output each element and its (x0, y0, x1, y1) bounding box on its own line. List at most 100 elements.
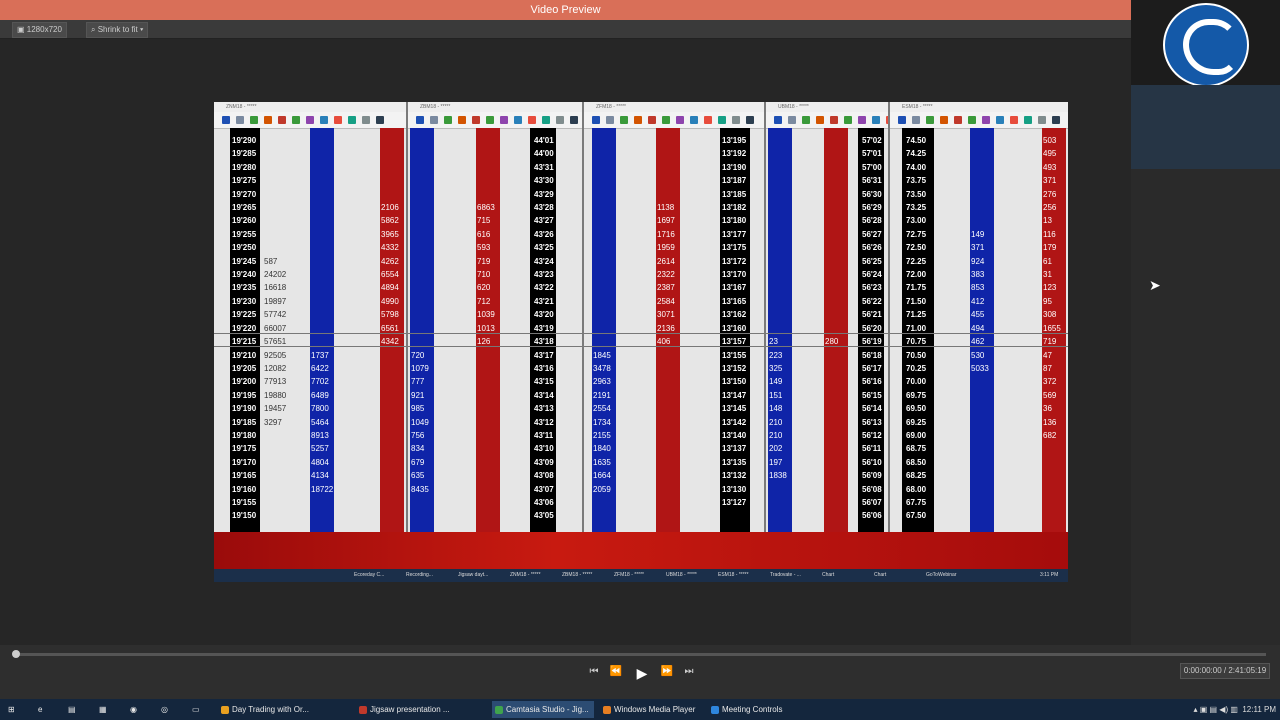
ask-size-cell[interactable]: 3071 (657, 308, 675, 321)
bid-size-cell[interactable] (411, 322, 429, 335)
ask-size-cell[interactable]: 280 (825, 335, 838, 348)
ask-size-cell[interactable]: 308 (1043, 308, 1061, 321)
ask-size-cell[interactable] (657, 469, 675, 482)
ask-size-cell[interactable] (1043, 469, 1061, 482)
toolbar-button-icon[interactable] (968, 116, 976, 124)
price-cell[interactable]: 71.50 (906, 295, 926, 308)
bid-size-cell[interactable] (971, 496, 989, 509)
ask-size-cell[interactable] (477, 469, 495, 482)
ask-size-cell[interactable] (825, 322, 838, 335)
bid-size-cell[interactable] (593, 174, 611, 187)
price-cell[interactable]: 43'17 (534, 349, 554, 362)
ask-size-cell[interactable] (825, 375, 838, 388)
bid-size-cell[interactable]: 8913 (311, 429, 333, 442)
price-cell[interactable]: 19'190 (232, 402, 256, 415)
skip-back-icon[interactable]: ⏮ (586, 664, 602, 680)
price-cell[interactable]: 56'08 (862, 483, 882, 496)
ask-size-cell[interactable] (477, 456, 495, 469)
price-cell[interactable]: 56'11 (862, 442, 882, 455)
price-cell[interactable]: 56'14 (862, 402, 882, 415)
bid-size-cell[interactable] (411, 147, 429, 160)
ask-size-cell[interactable]: 47 (1043, 349, 1061, 362)
ask-size-cell[interactable] (657, 456, 675, 469)
toolbar-button-icon[interactable] (250, 116, 258, 124)
bid-size-cell[interactable] (311, 281, 333, 294)
folder-icon[interactable]: ▭ (188, 701, 204, 718)
toolbar-button-icon[interactable] (592, 116, 600, 124)
price-cell[interactable]: 73.50 (906, 188, 926, 201)
toolbar-button-icon[interactable] (362, 116, 370, 124)
ask-size-cell[interactable] (477, 416, 495, 429)
price-cell[interactable]: 13'167 (722, 281, 746, 294)
toolbar-button-icon[interactable] (348, 116, 356, 124)
toolbar-button-icon[interactable] (954, 116, 962, 124)
toolbar-button-icon[interactable] (676, 116, 684, 124)
taskbar-item[interactable]: Windows Media Player (600, 701, 702, 718)
price-cell[interactable]: 43'12 (534, 416, 554, 429)
bid-size-cell[interactable] (971, 161, 989, 174)
price-cell[interactable]: 56'26 (862, 241, 882, 254)
bid-size-cell[interactable] (411, 214, 429, 227)
ask-size-cell[interactable] (825, 416, 838, 429)
price-cell[interactable]: 43'29 (534, 188, 554, 201)
ask-size-cell[interactable] (825, 228, 838, 241)
ask-size-cell[interactable]: 616 (477, 228, 495, 241)
price-cell[interactable]: 43'13 (534, 402, 554, 415)
price-cell[interactable]: 43'19 (534, 322, 554, 335)
ask-size-cell[interactable]: 1959 (657, 241, 675, 254)
bid-size-cell[interactable] (971, 389, 989, 402)
bid-size-cell[interactable] (593, 241, 611, 254)
toolbar-button-icon[interactable] (1010, 116, 1018, 124)
bid-size-cell[interactable]: 210 (769, 416, 787, 429)
price-cell[interactable]: 19'150 (232, 509, 256, 522)
bid-size-cell[interactable] (769, 509, 787, 522)
ask-size-cell[interactable] (477, 496, 495, 509)
price-cell[interactable]: 19'165 (232, 469, 256, 482)
ask-size-cell[interactable] (657, 496, 675, 509)
ask-size-cell[interactable] (657, 349, 675, 362)
ask-size-cell[interactable]: 4342 (381, 335, 399, 348)
ask-size-cell[interactable]: 6863 (477, 201, 495, 214)
toolbar-button-icon[interactable] (556, 116, 564, 124)
price-cell[interactable]: 56'25 (862, 255, 882, 268)
price-cell[interactable]: 73.25 (906, 201, 926, 214)
price-cell[interactable]: 56'07 (862, 496, 882, 509)
ask-size-cell[interactable]: 503 (1043, 134, 1061, 147)
bid-size-cell[interactable]: 7800 (311, 402, 333, 415)
bid-size-cell[interactable]: 148 (769, 402, 787, 415)
bid-size-cell[interactable] (769, 281, 787, 294)
price-cell[interactable]: 68.50 (906, 456, 926, 469)
bid-size-cell[interactable]: 6489 (311, 389, 333, 402)
bid-size-cell[interactable] (593, 335, 611, 348)
price-cell[interactable]: 71.75 (906, 281, 926, 294)
browser-icon[interactable]: e (34, 701, 50, 718)
ask-size-cell[interactable]: 256 (1043, 201, 1061, 214)
ask-size-cell[interactable] (825, 496, 838, 509)
skip-forward-icon[interactable]: ⏭ (681, 664, 697, 680)
ask-size-cell[interactable]: 1138 (657, 201, 675, 214)
price-cell[interactable]: 13'172 (722, 255, 746, 268)
toolbar-button-icon[interactable] (416, 116, 424, 124)
toolbar-button-icon[interactable] (746, 116, 754, 124)
word-icon[interactable]: ▤ (64, 701, 80, 718)
ask-size-cell[interactable] (825, 174, 838, 187)
ask-size-cell[interactable] (657, 362, 675, 375)
excel-icon[interactable]: ▦ (95, 701, 111, 718)
ask-size-cell[interactable] (477, 188, 495, 201)
toolbar-button-icon[interactable] (634, 116, 642, 124)
price-cell[interactable]: 68.25 (906, 469, 926, 482)
ask-size-cell[interactable]: 3965 (381, 228, 399, 241)
bid-size-cell[interactable] (311, 134, 333, 147)
price-cell[interactable]: 68.75 (906, 442, 926, 455)
ask-size-cell[interactable] (1043, 509, 1061, 522)
bid-size-cell[interactable]: 7702 (311, 375, 333, 388)
ask-size-cell[interactable]: 36 (1043, 402, 1061, 415)
bid-size-cell[interactable]: 462 (971, 335, 989, 348)
price-cell[interactable]: 69.25 (906, 416, 926, 429)
price-cell[interactable]: 19'180 (232, 429, 256, 442)
ask-size-cell[interactable]: 136 (1043, 416, 1061, 429)
ask-size-cell[interactable]: 593 (477, 241, 495, 254)
price-cell[interactable]: 73.75 (906, 174, 926, 187)
ask-size-cell[interactable] (657, 429, 675, 442)
price-cell[interactable]: 43'15 (534, 375, 554, 388)
